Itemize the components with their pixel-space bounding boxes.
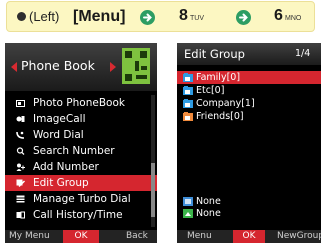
- group-item-friends[interactable]: Friends[0]: [177, 110, 321, 123]
- search-icon: [16, 147, 25, 155]
- option-item-label: None: [196, 208, 221, 219]
- turbo-dial-icon: [16, 195, 25, 203]
- step2-key-letters: MNO: [285, 15, 302, 22]
- step1-key-letters: TUV: [190, 15, 204, 22]
- step2-number-key: 6: [274, 7, 283, 24]
- softkey-left[interactable]: My Menu: [9, 231, 50, 242]
- word-dial-icon: [16, 131, 25, 139]
- phonebook-scrollbar[interactable]: [151, 95, 155, 227]
- step1-number-key: 8: [179, 7, 188, 24]
- arrow-right-icon: [140, 10, 155, 25]
- group-folder-icon: [183, 73, 193, 82]
- image-call-icon: [16, 116, 25, 122]
- menu-item-photo-phonebook[interactable]: Photo PhoneBook: [5, 95, 157, 111]
- instruction-banner: (Left) [Menu] 8 TUV 6 MNO: [6, 1, 315, 32]
- menu-item-manage-turbo-dial[interactable]: Manage Turbo Dial: [5, 191, 157, 207]
- option-item-none[interactable]: None: [177, 195, 321, 207]
- softkey-ok[interactable]: OK: [233, 230, 265, 243]
- group-item-label: Etc[0]: [196, 85, 225, 96]
- phonebook-logo-icon: [122, 48, 150, 84]
- edit-group-screen: Edit Group 1/4 Family[0] Etc[0] Company[…: [177, 43, 321, 243]
- phonebook-screen: Phone Book Photo PhoneBook ImageCall Wor…: [5, 43, 157, 243]
- option-item-none[interactable]: None: [177, 207, 321, 219]
- menu-item-label: Word Dial: [33, 129, 84, 141]
- softkey-ok[interactable]: OK: [63, 230, 99, 243]
- menu-item-edit-group[interactable]: Edit Group: [5, 175, 157, 191]
- menu-item-word-dial[interactable]: Word Dial: [5, 127, 157, 143]
- menu-item-label: Search Number: [33, 145, 115, 157]
- left-softkey-label: (Left): [29, 9, 60, 24]
- menu-item-label: Photo PhoneBook: [33, 97, 125, 109]
- softkey-left[interactable]: Menu: [187, 231, 212, 242]
- photo-phonebook-icon: [16, 100, 25, 107]
- group-item-family[interactable]: Family[0]: [177, 71, 321, 84]
- group-folder-icon: [183, 86, 193, 95]
- group-item-label: Company[1]: [196, 98, 255, 109]
- phonebook-header: Phone Book: [5, 43, 157, 91]
- edit-group-softkey-bar: Menu OK NewGroup: [177, 230, 321, 243]
- menu-item-search-number[interactable]: Search Number: [5, 143, 157, 159]
- menu-item-imagecall[interactable]: ImageCall: [5, 111, 157, 127]
- scrollbar-thumb[interactable]: [151, 163, 155, 217]
- group-item-company[interactable]: Company[1]: [177, 97, 321, 110]
- add-number-icon: [16, 163, 25, 171]
- phonebook-title: Phone Book: [21, 58, 95, 73]
- menu-item-add-number[interactable]: Add Number: [5, 159, 157, 175]
- group-folder-icon: [183, 99, 193, 108]
- arrow-right-icon: [236, 10, 251, 25]
- menu-item-label: ImageCall: [33, 113, 86, 125]
- softkey-right[interactable]: Back: [126, 231, 148, 242]
- next-arrow-icon[interactable]: [110, 62, 116, 72]
- bullet-dot-icon: [17, 12, 26, 21]
- softkey-right[interactable]: NewGroup: [277, 231, 321, 242]
- group-list: Family[0] Etc[0] Company[1] Friends[0]: [177, 71, 321, 123]
- prev-arrow-icon[interactable]: [11, 62, 17, 72]
- menu-item-label: Manage Turbo Dial: [33, 193, 131, 205]
- call-history-icon: [16, 211, 25, 219]
- option-item-label: None: [196, 196, 221, 207]
- menu-item-label: Add Number: [33, 161, 99, 173]
- group-folder-icon: [183, 112, 193, 121]
- page-indicator: 1/4: [295, 48, 311, 59]
- menu-softkey-label: [Menu]: [73, 8, 126, 25]
- ringtone-icon: [183, 197, 193, 206]
- phonebook-menu-list: Photo PhoneBook ImageCall Word Dial Sear…: [5, 95, 157, 223]
- edit-group-header: Edit Group 1/4: [177, 43, 321, 65]
- menu-item-label: Edit Group: [33, 177, 89, 189]
- group-item-label: Family[0]: [196, 72, 241, 83]
- menu-item-call-history[interactable]: Call History/Time: [5, 207, 157, 223]
- menu-item-label: Call History/Time: [33, 209, 123, 221]
- group-item-label: Friends[0]: [196, 111, 244, 122]
- edit-group-title: Edit Group: [184, 47, 245, 61]
- edit-group-icon: [16, 179, 25, 187]
- phonebook-softkey-bar: My Menu OK Back: [5, 230, 157, 243]
- picture-icon: [183, 209, 193, 218]
- group-item-etc[interactable]: Etc[0]: [177, 84, 321, 97]
- group-options: None None: [177, 195, 321, 219]
- instruction-figure: (Left) [Menu] 8 TUV 6 MNO Phone Book Pho…: [0, 0, 321, 243]
